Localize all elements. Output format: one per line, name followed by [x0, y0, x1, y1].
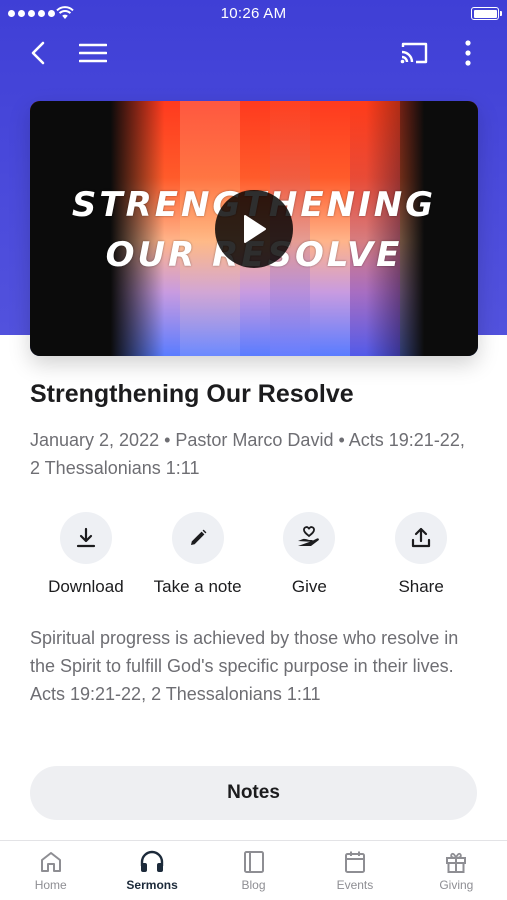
- share-icon: [395, 512, 448, 564]
- cast-button[interactable]: [397, 36, 431, 70]
- cast-icon: [400, 42, 428, 64]
- take-note-button[interactable]: Take a note: [142, 512, 254, 597]
- tab-blog-label: Blog: [241, 878, 266, 892]
- video-player[interactable]: STRENGTHENING OUR RESOLVE: [30, 101, 478, 356]
- play-button[interactable]: [215, 190, 293, 268]
- headphones-icon: [140, 850, 164, 872]
- share-button[interactable]: Share: [365, 512, 477, 597]
- battery-icon: [471, 7, 502, 20]
- tab-giving[interactable]: Giving: [406, 841, 507, 900]
- sermon-title: Strengthening Our Resolve: [30, 380, 354, 408]
- more-options-button[interactable]: [451, 36, 485, 70]
- status-time: 10:26 AM: [220, 5, 287, 22]
- status-bar: 10:26 AM: [0, 0, 507, 28]
- take-note-label: Take a note: [153, 577, 242, 596]
- sermon-meta: January 2, 2022 • Pastor Marco David • A…: [30, 430, 465, 478]
- back-button[interactable]: [22, 36, 56, 70]
- chevron-left-icon: [31, 41, 45, 65]
- tab-giving-label: Giving: [439, 878, 474, 892]
- app-bar: [0, 28, 507, 78]
- tab-bar: Home Sermons Blog Events Giving: [0, 840, 507, 900]
- hamburger-icon: [79, 43, 107, 63]
- book-icon: [243, 851, 264, 873]
- tab-events[interactable]: Events: [304, 841, 405, 900]
- action-row: Download Take a note Give Share: [30, 512, 477, 597]
- hand-heart-icon: [283, 512, 336, 564]
- give-label: Give: [291, 577, 327, 596]
- more-vertical-icon: [465, 40, 471, 66]
- give-button[interactable]: Give: [254, 512, 366, 597]
- tab-events-label: Events: [336, 878, 374, 892]
- sermon-description: Spiritual progress is achieved by those …: [30, 628, 459, 704]
- tab-sermons-label: Sermons: [126, 878, 178, 892]
- share-label: Share: [398, 577, 444, 596]
- pencil-icon: [171, 512, 224, 564]
- download-label: Download: [48, 577, 124, 596]
- calendar-icon: [344, 851, 365, 873]
- download-button[interactable]: Download: [30, 512, 142, 597]
- tab-home[interactable]: Home: [0, 841, 101, 900]
- tab-home-label: Home: [34, 878, 67, 892]
- tab-blog[interactable]: Blog: [203, 841, 304, 900]
- gift-icon: [446, 852, 467, 873]
- play-icon: [244, 215, 266, 243]
- menu-button[interactable]: [76, 36, 110, 70]
- tab-sermons[interactable]: Sermons: [101, 841, 202, 900]
- notes-button[interactable]: Notes: [30, 766, 477, 820]
- download-icon: [59, 512, 112, 564]
- home-icon: [40, 852, 61, 872]
